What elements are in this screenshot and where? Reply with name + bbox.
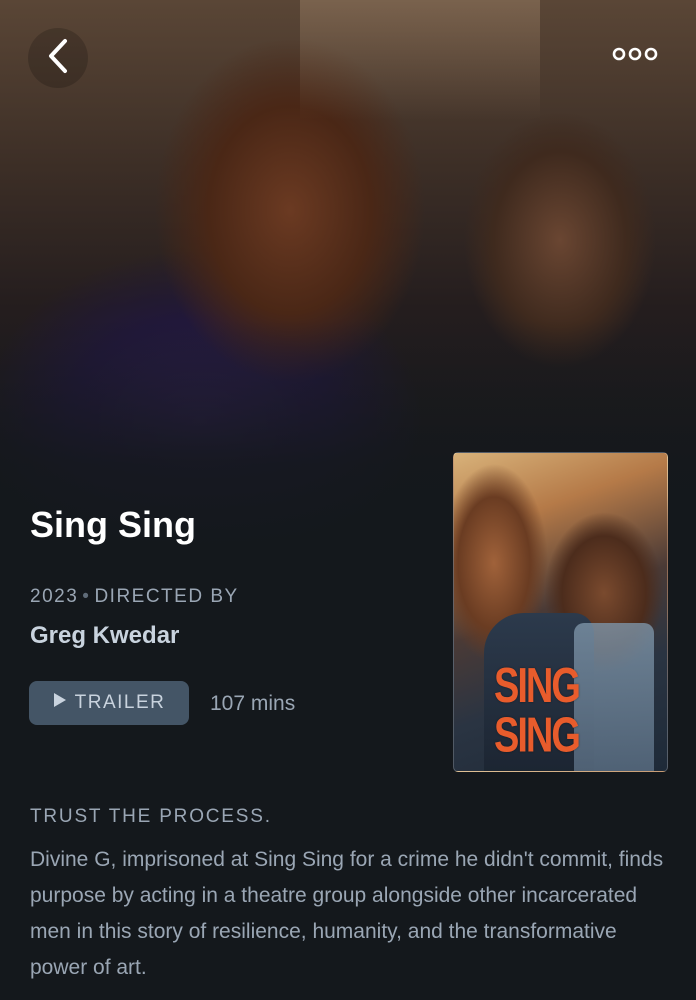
backdrop-light xyxy=(300,0,540,120)
director-name[interactable]: Greg Kwedar xyxy=(30,622,179,650)
film-title: Sing Sing xyxy=(30,504,196,545)
release-year[interactable]: 2023 xyxy=(30,586,78,607)
synopsis: Divine G, imprisoned at Sing Sing for a … xyxy=(30,848,664,979)
runtime: 107 mins xyxy=(210,692,296,715)
play-icon xyxy=(53,692,67,714)
back-button[interactable] xyxy=(28,28,88,88)
more-horizontal-icon xyxy=(612,47,658,66)
separator-dot: • xyxy=(82,586,91,607)
trailer-button[interactable]: TRAILER xyxy=(29,681,189,725)
poster-title: SING SING xyxy=(494,659,581,763)
tagline: TRUST THE PROCESS. xyxy=(30,806,272,827)
film-poster[interactable]: SING SING xyxy=(453,452,668,772)
film-meta: 2023 • DIRECTED BY xyxy=(30,586,239,608)
trailer-label: TRAILER xyxy=(74,692,166,713)
directed-by-label: DIRECTED BY xyxy=(94,586,239,607)
chevron-left-icon xyxy=(47,38,69,79)
more-options-button[interactable] xyxy=(600,34,670,78)
